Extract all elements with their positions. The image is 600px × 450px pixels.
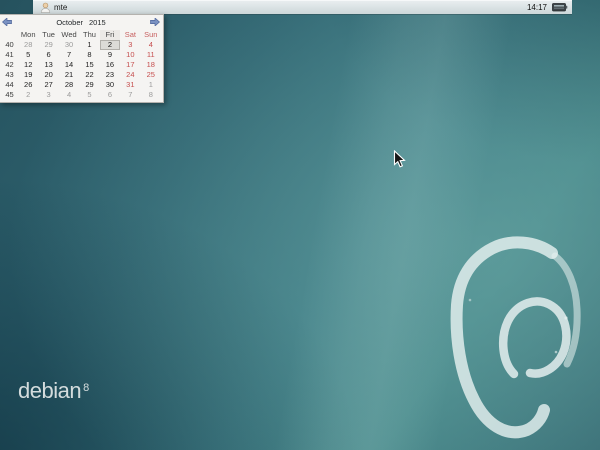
calendar-day-cell[interactable]: 4 (59, 90, 79, 100)
calendar-day-cell[interactable]: 17 (120, 60, 140, 70)
calendar-day-cell[interactable]: 20 (38, 70, 58, 80)
calendar-day-cell[interactable]: 12 (18, 60, 38, 70)
calendar-day-cell[interactable]: 29 (38, 40, 58, 50)
desktop: debian 8 mte 14:17 October 2015 Mon Tue … (0, 0, 600, 450)
calendar-day-cell[interactable]: 2 (18, 90, 38, 100)
arrow-right-icon (150, 18, 160, 26)
user-avatar-icon (40, 2, 51, 13)
week-number: 43 (5, 70, 14, 79)
calendar-day-cell[interactable]: 7 (59, 50, 79, 60)
calendar-day-cell[interactable]: 3 (38, 90, 58, 100)
day-name-wed: Wed (61, 29, 77, 39)
day-name-sun: Sun (144, 29, 158, 39)
week-number: 42 (5, 60, 14, 69)
calendar-day-cell[interactable]: 8 (141, 90, 161, 100)
calendar-dayname-row: Mon Tue Wed Thu Fri Sat Sun (1, 29, 161, 40)
menu-label: mte (54, 2, 68, 12)
calendar-day-cell[interactable]: 1 (141, 80, 161, 90)
wordmark-version: 8 (83, 382, 89, 394)
calendar-day-cell[interactable]: 30 (59, 40, 79, 50)
calendar-popup: October 2015 Mon Tue Wed Thu Fri Sat Sun 40 28 29 3… (0, 14, 164, 103)
calendar-day-cell[interactable]: 19 (18, 70, 38, 80)
calendar-day-cell[interactable]: 25 (141, 70, 161, 80)
calendar-day-cell[interactable]: 22 (79, 70, 99, 80)
day-name-sat: Sat (124, 29, 136, 39)
wordmark-text: debian (18, 378, 82, 403)
arrow-left-icon (2, 18, 12, 26)
calendar-day-cell[interactable]: 16 (100, 60, 120, 70)
week-number-corner (1, 30, 18, 40)
calendar-day-cell[interactable]: 6 (38, 50, 58, 60)
calendar-day-cell[interactable]: 28 (59, 80, 79, 90)
calendar-day-cell[interactable]: 30 (100, 80, 120, 90)
calendar-day-cell[interactable]: 31 (120, 80, 140, 90)
calendar-day-cell[interactable]: 5 (79, 90, 99, 100)
calendar-day-cell[interactable]: 2 (99, 40, 121, 50)
calendar-day-cell[interactable]: 13 (38, 60, 58, 70)
calendar-week-row: 40 28 29 30 1 2 3 4 (1, 40, 161, 50)
next-month-button[interactable] (149, 17, 161, 27)
week-number: 40 (5, 40, 14, 49)
calendar-day-cell[interactable]: 23 (100, 70, 120, 80)
calendar-week-row: 41 5 6 7 8 9 10 11 (1, 50, 161, 60)
calendar-year: 2015 (89, 17, 106, 27)
top-panel: mte 14:17 (33, 0, 572, 14)
day-name-thu: Thu (83, 29, 96, 39)
menu-button[interactable]: mte (37, 0, 70, 14)
calendar-day-cell[interactable]: 28 (18, 40, 38, 50)
calendar-day-cell[interactable]: 14 (59, 60, 79, 70)
calendar-week-row: 45 2 3 4 5 6 7 8 (1, 90, 161, 100)
calendar-month: October (56, 17, 83, 27)
calendar-day-cell[interactable]: 4 (141, 40, 161, 50)
calendar-day-cell[interactable]: 10 (120, 50, 140, 60)
calendar-week-row: 44 26 27 28 29 30 31 1 (1, 80, 161, 90)
calendar-day-cell[interactable]: 6 (100, 90, 120, 100)
calendar-week-row: 43 19 20 21 22 23 24 25 (1, 70, 161, 80)
week-number: 44 (5, 80, 14, 89)
calendar-day-cell[interactable]: 7 (120, 90, 140, 100)
calendar-day-cell[interactable]: 8 (79, 50, 99, 60)
calendar-week-row: 42 12 13 14 15 16 17 18 (1, 60, 161, 70)
calendar-day-cell[interactable]: 26 (18, 80, 38, 90)
calendar-day-cell[interactable]: 5 (18, 50, 38, 60)
calendar-day-cell[interactable]: 29 (79, 80, 99, 90)
calendar-grid: Mon Tue Wed Thu Fri Sat Sun 40 28 29 30 1 2 3 4 41 5 6 7 8 9… (1, 29, 161, 100)
day-name-fri: Fri (99, 29, 121, 40)
calendar-day-cell[interactable]: 15 (79, 60, 99, 70)
calendar-header: October 2015 (1, 16, 161, 28)
battery-applet[interactable] (552, 2, 568, 12)
battery-ac-icon (552, 3, 568, 12)
day-name-mon: Mon (20, 29, 36, 39)
calendar-day-cell[interactable]: 1 (79, 40, 99, 50)
week-number: 45 (5, 90, 14, 99)
clock-applet[interactable]: 14:17 (527, 3, 547, 12)
day-name-tue: Tue (42, 29, 55, 39)
calendar-day-cell[interactable]: 21 (59, 70, 79, 80)
calendar-title: October 2015 (13, 18, 149, 27)
week-number: 41 (5, 50, 14, 59)
calendar-day-cell[interactable]: 3 (120, 40, 140, 50)
prev-month-button[interactable] (1, 17, 13, 27)
calendar-day-cell[interactable]: 9 (100, 50, 120, 60)
calendar-day-cell[interactable]: 11 (141, 50, 161, 60)
calendar-day-cell[interactable]: 18 (141, 60, 161, 70)
debian-wordmark: debian 8 (18, 380, 89, 402)
calendar-day-cell[interactable]: 27 (38, 80, 58, 90)
calendar-day-cell[interactable]: 24 (120, 70, 140, 80)
